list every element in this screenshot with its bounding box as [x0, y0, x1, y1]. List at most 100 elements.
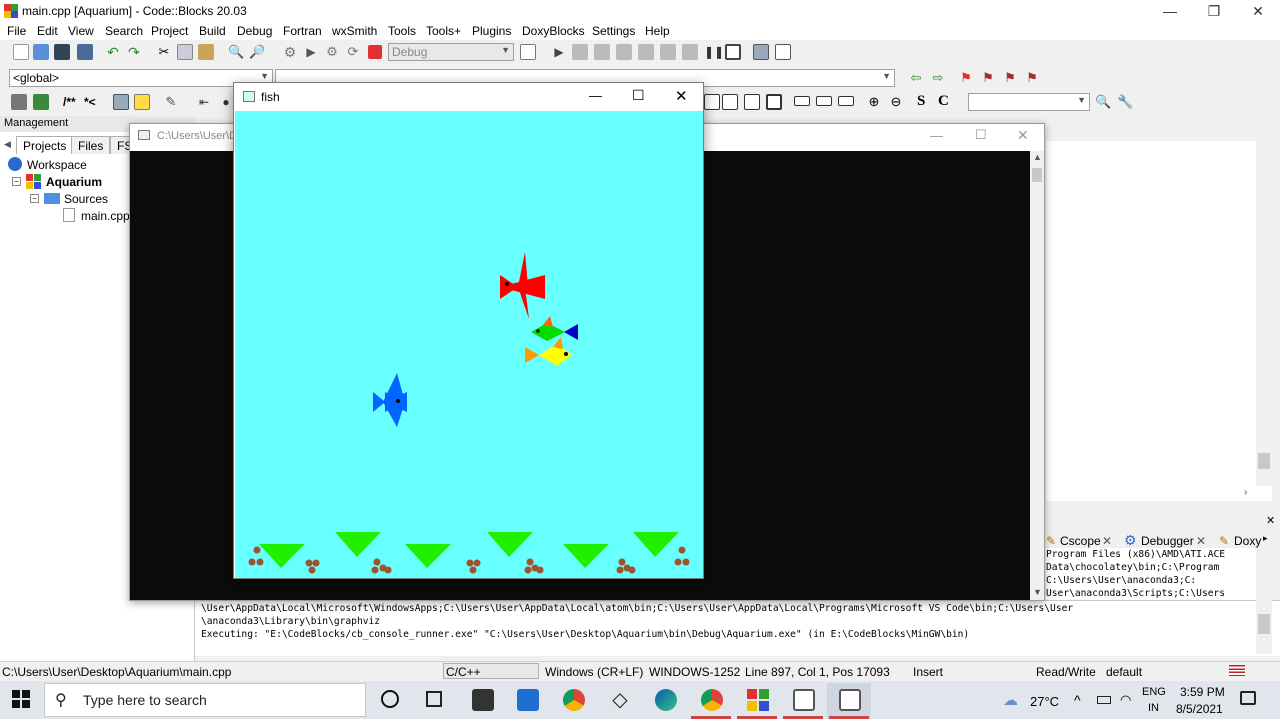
bookmark-prev-icon[interactable]: ⚑ [980, 70, 996, 86]
console-scrollbar[interactable] [1030, 151, 1044, 600]
shape-1-icon[interactable] [794, 96, 810, 106]
wifi-icon[interactable]: ◠ [1120, 692, 1131, 708]
layout-4-icon[interactable] [766, 94, 782, 110]
debug-windows-icon[interactable] [753, 44, 769, 60]
redo-icon[interactable]: ↷ [126, 44, 142, 60]
build-target-select[interactable]: Debug ▼ [388, 43, 514, 61]
clock-date[interactable]: 8/5/2021 [1176, 702, 1223, 716]
s-tool-icon[interactable]: S [917, 93, 925, 110]
shape-2-icon[interactable] [816, 96, 832, 106]
tab-debugger[interactable]: Debugger [1141, 534, 1194, 548]
jump-back-icon[interactable]: ⇦ [908, 70, 924, 86]
show-log-icon[interactable] [520, 44, 536, 60]
layout-1-icon[interactable] [704, 94, 720, 110]
save-all-icon[interactable] [77, 44, 93, 60]
weather-temp[interactable]: 27°C [1030, 694, 1059, 709]
tree-project[interactable]: Aquarium [46, 175, 102, 189]
console-close-button[interactable]: ✕ [1017, 127, 1029, 144]
menu-plugins[interactable]: Plugins [472, 24, 511, 38]
task-view-icon[interactable] [426, 691, 442, 707]
codeblocks-taskbar-icon[interactable] [747, 689, 769, 711]
step-out-icon[interactable] [638, 44, 654, 60]
console-scroll-thumb[interactable] [1032, 168, 1042, 182]
html-icon[interactable] [113, 94, 129, 110]
comment-line-icon[interactable]: *< [84, 95, 96, 109]
console-maximize-button[interactable]: ☐ [975, 127, 987, 143]
c-tool-icon[interactable]: C [938, 93, 949, 110]
tree-folder-sources[interactable]: Sources [64, 192, 108, 206]
bookmark-next-icon[interactable]: ⚑ [1002, 70, 1018, 86]
editor-scrollbar[interactable] [1256, 141, 1272, 486]
code-search-select[interactable]: ▼ [968, 93, 1090, 111]
menu-wxsmith[interactable]: wxSmith [332, 24, 377, 38]
stop-debug-icon[interactable] [725, 44, 741, 60]
next-line-icon[interactable] [594, 44, 610, 60]
tab-close-icon[interactable]: ✕ [1196, 534, 1206, 548]
shape-3-icon[interactable] [838, 96, 854, 106]
language-region[interactable]: IN [1148, 702, 1159, 714]
build-gear-icon[interactable]: ⚙ [282, 44, 298, 60]
menu-fortran[interactable]: Fortran [283, 24, 322, 38]
pause-icon[interactable]: ❚❚ [704, 44, 724, 60]
menu-settings[interactable]: Settings [592, 24, 635, 38]
start-windows-icon[interactable] [12, 690, 30, 711]
paste-icon[interactable] [198, 44, 214, 60]
console-minimize-button[interactable]: — [930, 128, 943, 143]
tree-workspace[interactable]: Workspace [27, 158, 87, 172]
weather-icon[interactable]: ☁ [1003, 691, 1018, 709]
new-file-icon[interactable] [13, 44, 29, 60]
menu-file[interactable]: File [7, 24, 26, 38]
tab-projects[interactable]: Projects [16, 136, 74, 154]
tab-doxyblocks[interactable]: Doxy [1234, 534, 1262, 548]
menu-doxyblocks[interactable]: DoxyBlocks [522, 24, 585, 38]
console-taskbar-icon[interactable] [793, 689, 815, 711]
jump-forward-icon[interactable]: ⇨ [930, 70, 946, 86]
fish-minimize-button[interactable]: — [589, 88, 602, 103]
copy-icon[interactable] [177, 44, 193, 60]
build-run-icon[interactable]: ⚙ [324, 44, 340, 60]
cortana-icon[interactable] [381, 690, 399, 708]
fish-window[interactable]: fish — ☐ ✕ [233, 82, 704, 579]
edge-icon[interactable] [655, 689, 677, 711]
tab-scroll-left-icon[interactable]: ◀ [4, 139, 11, 150]
fish-maximize-button[interactable]: ☐ [632, 87, 645, 104]
layout-2-icon[interactable] [722, 94, 738, 110]
tab-cscope[interactable]: Cscope [1060, 534, 1101, 548]
debug-run-icon[interactable]: ▶ [551, 44, 567, 60]
chm-icon[interactable] [134, 94, 150, 110]
close-logs-icon[interactable]: ✕ [1266, 514, 1275, 527]
battery-icon[interactable] [1097, 696, 1111, 704]
rebuild-icon[interactable]: ⟳ [345, 44, 361, 60]
collapse-icon[interactable]: − [12, 177, 21, 186]
record-icon[interactable]: ● [218, 94, 234, 110]
menu-edit[interactable]: Edit [37, 24, 58, 38]
debug-info-icon[interactable] [775, 44, 791, 60]
tab-scroll-right-icon[interactable]: ▸ [1263, 533, 1268, 544]
store-icon[interactable] [472, 689, 494, 711]
bookmark-toggle-icon[interactable]: ⚑ [958, 70, 974, 86]
mail-icon[interactable] [517, 689, 539, 711]
find-icon[interactable]: 🔍 [228, 44, 244, 60]
chrome-running-icon[interactable] [701, 689, 723, 711]
zoom-in-icon[interactable]: ⊕ [866, 94, 882, 110]
tree-file-main[interactable]: main.cpp [81, 209, 130, 223]
fish-taskbar-icon[interactable] [839, 689, 861, 711]
log-scroll-thumb[interactable] [1258, 614, 1270, 634]
layout-3-icon[interactable] [744, 94, 760, 110]
tray-chevron-up-icon[interactable]: ^ [1074, 692, 1081, 708]
fish-close-button[interactable]: ✕ [675, 87, 688, 105]
clock-time[interactable]: 3:59 PM [1180, 685, 1225, 699]
scroll-right-icon[interactable]: › [1244, 487, 1247, 498]
maximize-button[interactable]: ❐ [1192, 0, 1236, 22]
tab-files[interactable]: Files [71, 136, 111, 154]
undo-icon[interactable]: ↶ [105, 44, 121, 60]
unity-icon[interactable]: ◇ [609, 689, 631, 711]
close-button[interactable]: ✕ [1236, 0, 1280, 22]
first-icon[interactable]: ⇤ [196, 94, 212, 110]
menu-debug[interactable]: Debug [237, 24, 272, 38]
scroll-up-icon[interactable]: ▲ [1033, 152, 1042, 162]
cut-icon[interactable]: ✂ [156, 44, 172, 60]
minimize-button[interactable]: — [1148, 0, 1192, 22]
menu-tools-plus[interactable]: Tools+ [426, 24, 461, 38]
save-icon[interactable] [54, 44, 70, 60]
